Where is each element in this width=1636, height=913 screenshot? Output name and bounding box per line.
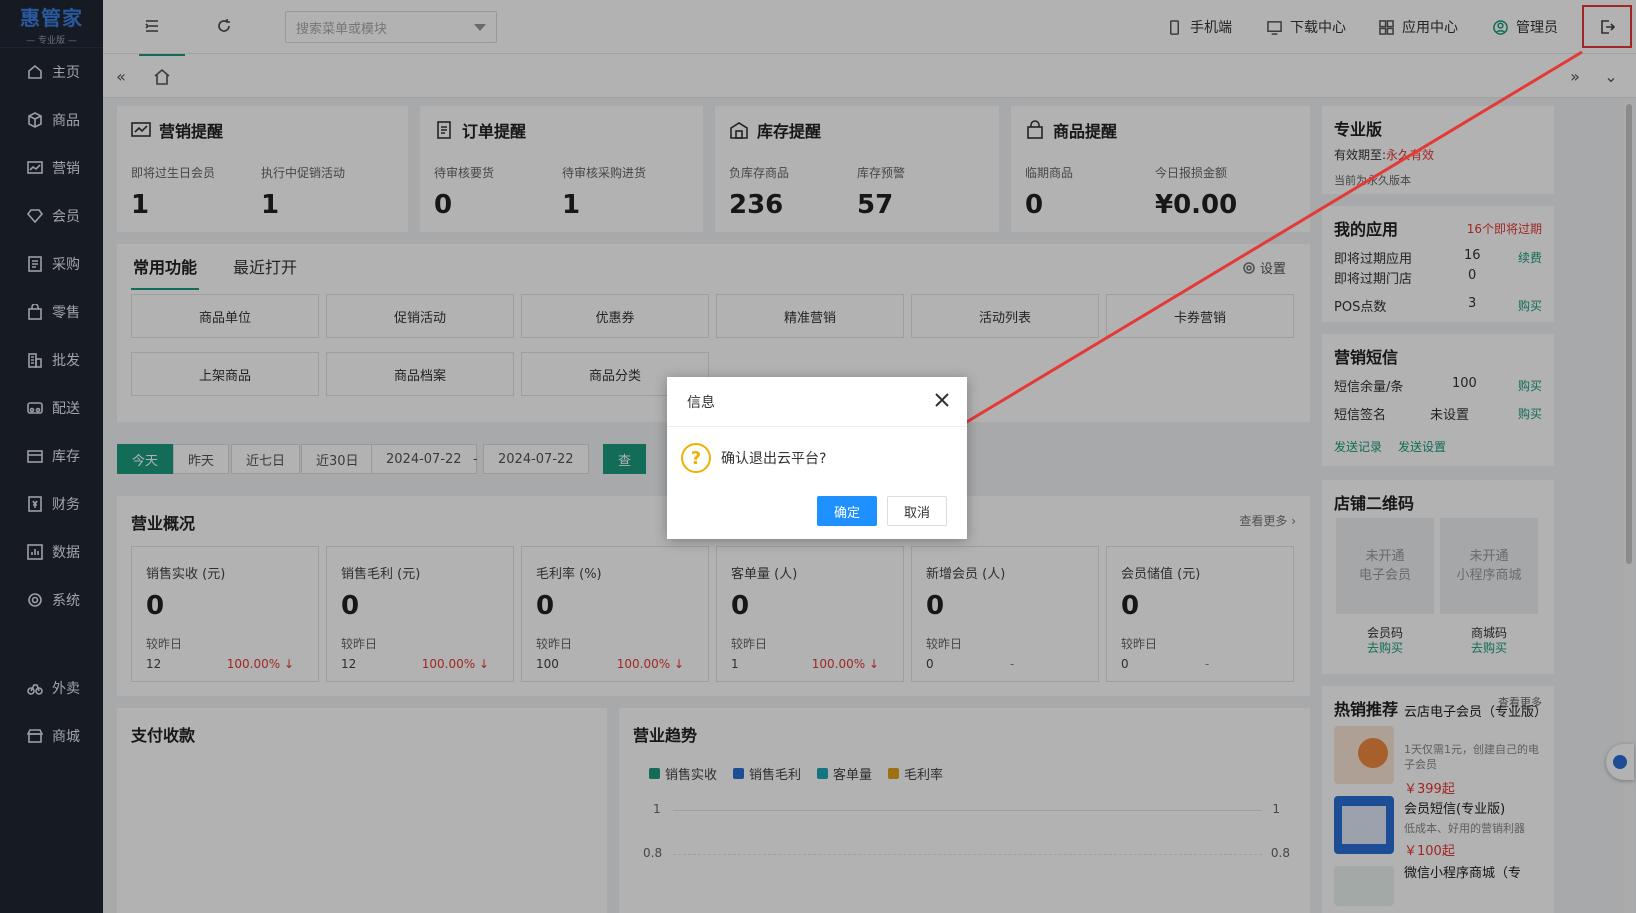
confirm-button[interactable]: 确定 xyxy=(817,496,877,526)
question-icon: ? xyxy=(681,443,711,473)
dialog-message: 确认退出云平台? xyxy=(721,451,827,467)
cancel-button[interactable]: 取消 xyxy=(887,496,947,526)
close-icon[interactable] xyxy=(933,391,953,411)
dialog-title: 信息 xyxy=(667,377,967,427)
dialog-body: ? 确认退出云平台? xyxy=(681,443,826,473)
confirm-dialog: 信息 ? 确认退出云平台? 确定 取消 xyxy=(667,377,967,539)
